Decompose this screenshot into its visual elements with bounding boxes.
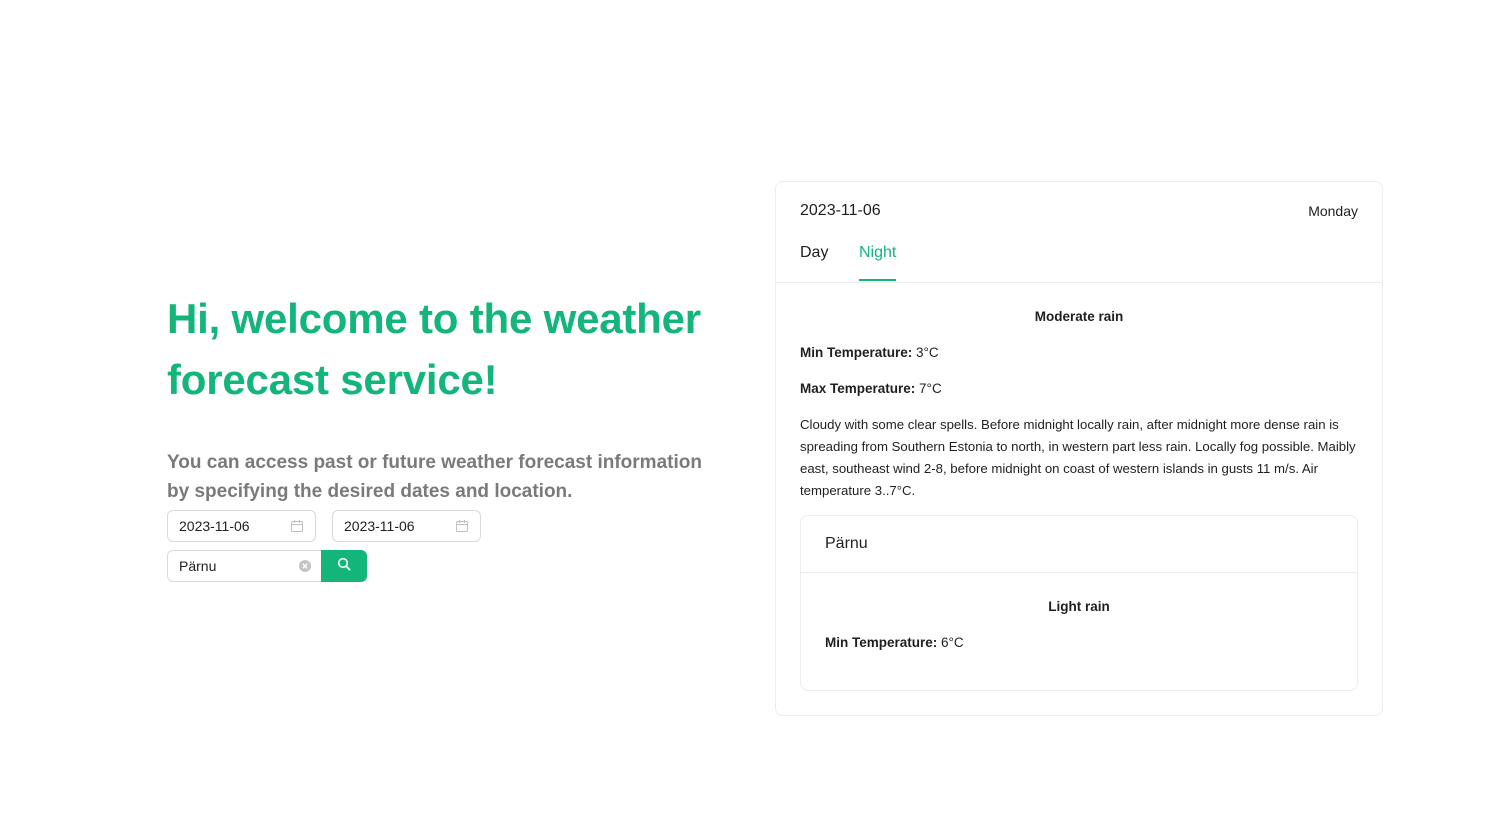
- max-temperature-label: Max Temperature:: [800, 381, 916, 396]
- search-icon: [337, 557, 351, 576]
- place-weather-condition: Light rain: [1048, 599, 1110, 614]
- day-night-tabs: Day Night: [776, 242, 1382, 283]
- hero-section: Hi, welcome to the weather forecast serv…: [167, 288, 707, 506]
- place-name: Pärnu: [801, 516, 1357, 573]
- page-subtitle: You can access past or future weather fo…: [167, 452, 702, 502]
- end-date-picker[interactable]: 2023-11-06: [332, 510, 481, 542]
- tab-night[interactable]: Night: [859, 244, 897, 281]
- min-temperature: Min Temperature: 3°C: [800, 342, 1358, 364]
- forecast-date: 2023-11-06: [800, 202, 881, 219]
- forecast-card-header: 2023-11-06 Monday: [800, 202, 1358, 220]
- start-date-value: 2023-11-06: [179, 518, 250, 534]
- start-date-picker[interactable]: 2023-11-06: [167, 510, 316, 542]
- end-date-value: 2023-11-06: [344, 518, 415, 534]
- tab-day[interactable]: Day: [800, 244, 828, 262]
- calendar-icon: [290, 519, 304, 533]
- location-value: Pärnu: [179, 558, 217, 574]
- max-temperature-value: 7°C: [915, 381, 942, 396]
- place-min-temperature-label: Min Temperature:: [825, 635, 938, 650]
- search-button[interactable]: [321, 550, 367, 582]
- place-min-temperature-value: 6°C: [937, 635, 964, 650]
- forecast-weekday: Monday: [1308, 203, 1358, 219]
- location-input[interactable]: Pärnu: [167, 550, 321, 582]
- forecast-description: Cloudy with some clear spells. Before mi…: [800, 417, 1356, 498]
- date-range: 2023-11-06 2023-11-06: [167, 510, 481, 542]
- place-forecast-details: Light rain Min Temperature: 6°C: [825, 596, 1333, 668]
- calendar-icon: [455, 519, 469, 533]
- weather-condition: Moderate rain: [1034, 309, 1124, 324]
- clear-icon[interactable]: [299, 560, 311, 572]
- place-min-temperature: Min Temperature: 6°C: [825, 632, 1333, 654]
- min-temperature-value: 3°C: [912, 345, 939, 360]
- max-temperature: Max Temperature: 7°C: [800, 378, 1358, 400]
- forecast-details: Moderate rain Min Temperature: 3°C Max T…: [800, 306, 1358, 502]
- location-search: Pärnu: [167, 550, 367, 582]
- forecast-card: 2023-11-06 Monday Day Night Moderate rai…: [775, 181, 1383, 716]
- place-forecast-card: Pärnu Light rain Min Temperature: 6°C: [800, 515, 1358, 691]
- min-temperature-label: Min Temperature:: [800, 345, 913, 360]
- page-title: Hi, welcome to the weather forecast serv…: [167, 295, 701, 403]
